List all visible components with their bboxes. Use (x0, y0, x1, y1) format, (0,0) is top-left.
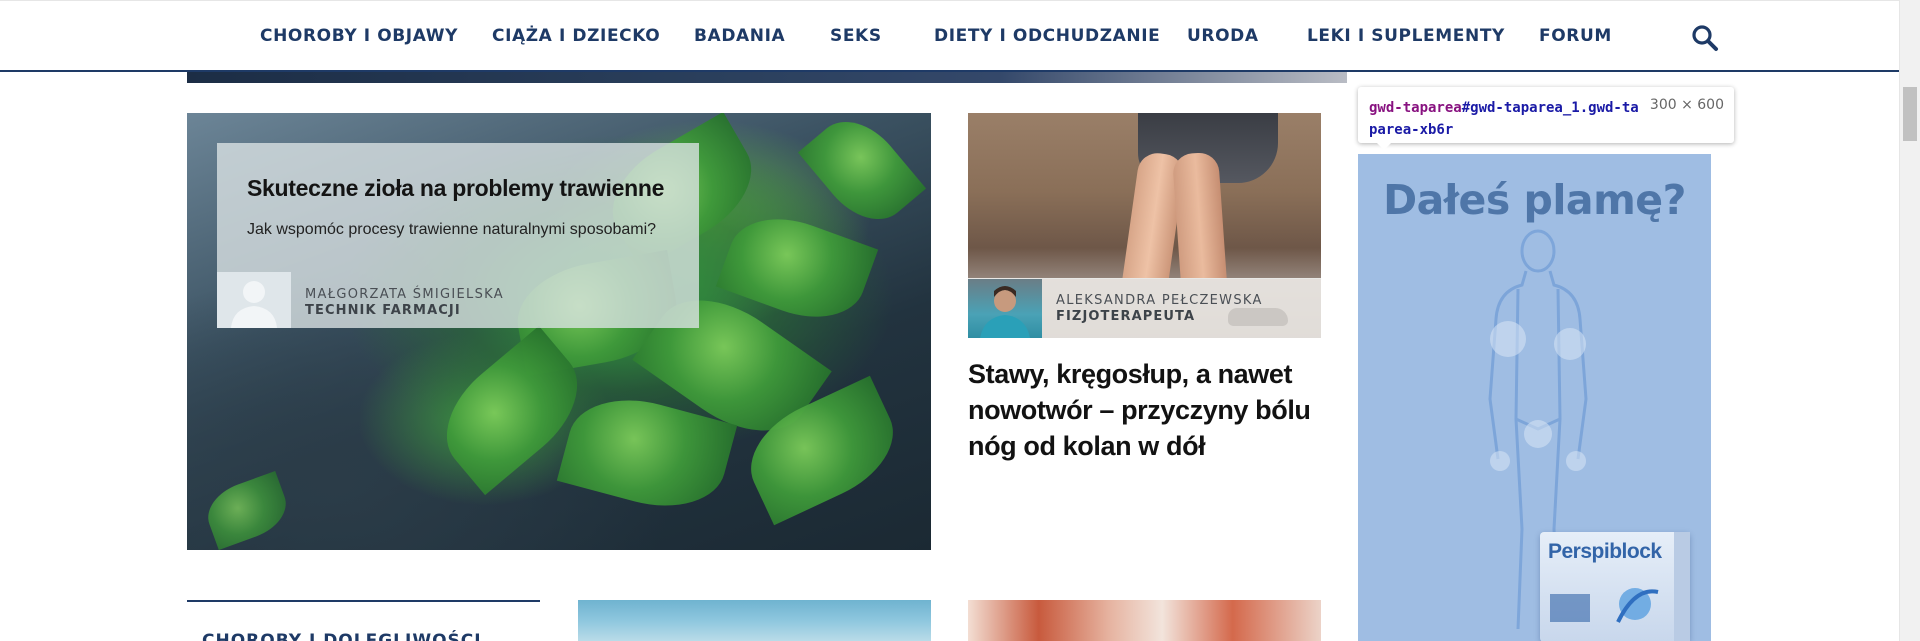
author-role: TECHNIK FARMACJI (305, 303, 461, 318)
article-title[interactable]: Skuteczne zioła na problemy trawienne (247, 175, 664, 202)
nav-item-diety-i-odchudzanie[interactable]: DIETY I ODCHUDZANIE (934, 26, 1160, 46)
element-dimensions: 300 × 600 (1649, 97, 1724, 113)
element-selector: gwd-taparea#gwd-taparea_1.gwd-taparea-xb… (1369, 97, 1639, 141)
section-title[interactable]: CHOROBY I DOLEGLIWOŚCI (202, 631, 482, 641)
nav-item-seks[interactable]: SEKS (830, 26, 882, 46)
author-role: FIZJOTERAPEUTA (1056, 309, 1196, 324)
article-thumbnail[interactable] (578, 600, 931, 641)
nav-item-choroby-i-objawy[interactable]: CHOROBY I OBJAWY (260, 26, 458, 46)
element-tag: gwd-taparea (1369, 100, 1462, 116)
article-thumbnail[interactable] (968, 600, 1321, 641)
featured-article-card[interactable]: Skuteczne zioła na problemy trawienne Ja… (187, 113, 931, 550)
article-description: Jak wspomóc procesy trawienne naturalnym… (247, 221, 657, 238)
ad-headline: Dałeś plamę? (1383, 176, 1686, 224)
main-navigation: CHOROBY I OBJAWY CIĄŻA I DZIECKO BADANIA… (0, 0, 1899, 72)
author-name[interactable]: MAŁGORZATA ŚMIGIELSKA (305, 287, 504, 302)
vertical-scrollbar[interactable] (1899, 0, 1920, 641)
nav-item-ciaza-i-dziecko[interactable]: CIĄŻA I DZIECKO (492, 26, 660, 46)
nav-item-forum[interactable]: FORUM (1539, 26, 1612, 46)
author-strip: ALEKSANDRA PEŁCZEWSKA FIZJOTERAPEUTA (968, 279, 1321, 338)
hero-image-strip[interactable] (187, 72, 1347, 83)
advertisement-banner[interactable]: Dałeś plamę? Perspiblock (1358, 154, 1711, 641)
nav-item-badania[interactable]: BADANIA (694, 26, 785, 46)
devtools-inspect-tooltip: gwd-taparea#gwd-taparea_1.gwd-taparea-xb… (1358, 87, 1734, 150)
nav-item-leki-i-suplementy[interactable]: LEKI I SUPLEMENTY (1307, 26, 1505, 46)
article-teaser-box: Skuteczne zioła na problemy trawienne Ja… (217, 143, 699, 328)
author-name[interactable]: ALEKSANDRA PEŁCZEWSKA (1056, 293, 1263, 308)
user-placeholder-icon (217, 272, 291, 328)
avatar (968, 279, 1042, 338)
article-title[interactable]: Stawy, kręgosłup, a nawet nowotwór – prz… (968, 356, 1328, 464)
section-divider (187, 600, 540, 602)
search-icon[interactable] (1690, 23, 1720, 53)
scrollbar-thumb[interactable] (1903, 87, 1917, 141)
product-package: Perspiblock (1540, 532, 1690, 641)
nav-item-uroda[interactable]: URODA (1187, 26, 1259, 46)
